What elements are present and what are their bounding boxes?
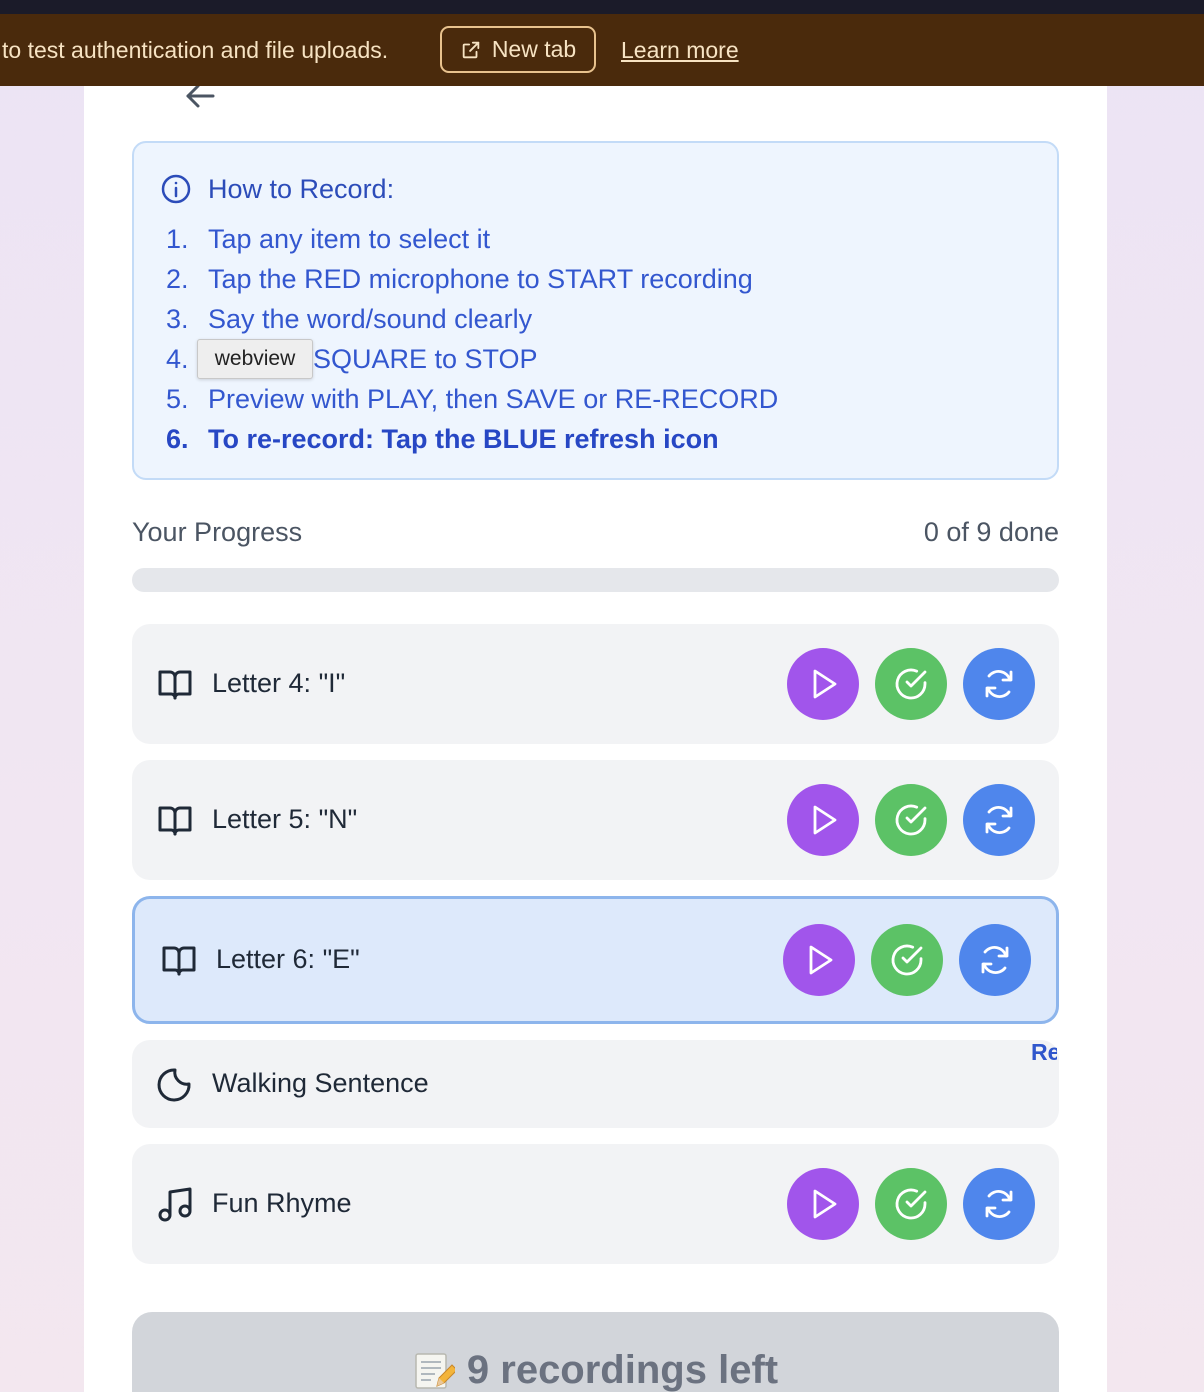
play-icon [813, 805, 837, 835]
instructions-box: How to Record: 1. Tap any item to select … [132, 141, 1059, 480]
recording-item[interactable]: Walking Sentence Re in [132, 1039, 1059, 1128]
banner-text: to test authentication and file uploads. [2, 37, 389, 63]
refresh-icon [985, 1189, 1013, 1219]
instructions-title: How to Record: [160, 173, 394, 205]
item-label: Letter 5: "N" [212, 804, 358, 834]
preview-banner: to test authentication and file uploads.… [0, 14, 1204, 86]
instruction-step: 6. To re-record: Tap the BLUE refresh ico… [166, 423, 719, 454]
rerecord-button[interactable] [959, 924, 1031, 996]
item-label: Letter 6: "E" [216, 944, 360, 974]
webview-tooltip: webview [197, 339, 313, 379]
recording-item[interactable]: Fun Rhyme [132, 1144, 1059, 1264]
submit-label: 9 recordings left [466, 1348, 779, 1392]
play-button[interactable] [783, 924, 855, 996]
instruction-step: 3. Say the word/sound clearly [166, 303, 533, 334]
play-button[interactable] [787, 648, 859, 720]
submit-button[interactable]: 9 recordings left [132, 1312, 1059, 1392]
info-icon [161, 174, 191, 204]
play-button[interactable] [787, 1168, 859, 1240]
refresh-icon [981, 945, 1009, 975]
submit-content: 9 recordings left [413, 1348, 778, 1392]
check-circle-icon [895, 1188, 927, 1220]
memo-icon [415, 1353, 455, 1389]
play-icon [813, 1189, 837, 1219]
browser-top-strip [0, 0, 1204, 14]
play-button[interactable] [787, 784, 859, 856]
check-circle-icon [895, 668, 927, 700]
new-tab-button[interactable]: New tab [440, 26, 596, 73]
rerecord-button[interactable] [963, 648, 1035, 720]
moon-icon [156, 1065, 194, 1103]
check-circle-icon [891, 944, 923, 976]
save-button[interactable] [871, 924, 943, 996]
rerecord-button[interactable] [963, 1168, 1035, 1240]
music-note-icon [156, 1185, 194, 1223]
book-icon [156, 665, 194, 703]
progress-bar [132, 568, 1059, 592]
instruction-step: 2. Tap the RED microphone to START record… [166, 263, 753, 294]
external-link-icon [462, 41, 480, 58]
progress-count: 0 of 9 done [923, 517, 1059, 547]
recording-item[interactable]: Letter 5: "N" [132, 760, 1059, 880]
recording-item-selected[interactable]: Letter 6: "E" [132, 896, 1059, 1024]
instruction-step: 5. Preview with PLAY, then SAVE or RE-REC… [166, 383, 779, 414]
save-button[interactable] [875, 648, 947, 720]
play-icon [813, 669, 837, 699]
item-label: Letter 4: "I" [212, 668, 346, 698]
truncated-status-text: Re in [1031, 1039, 1057, 1065]
item-label: Walking Sentence [212, 1068, 429, 1098]
book-icon [156, 801, 194, 839]
play-icon [809, 945, 833, 975]
save-button[interactable] [875, 784, 947, 856]
recording-item[interactable]: Letter 4: "I" [132, 624, 1059, 744]
refresh-icon [985, 805, 1013, 835]
item-label: Fun Rhyme [212, 1188, 352, 1218]
learn-more-link[interactable]: Learn more [621, 36, 739, 64]
new-tab-label: New tab [491, 36, 577, 62]
book-icon [160, 941, 198, 979]
save-button[interactable] [875, 1168, 947, 1240]
instruction-step: 1. Tap any item to select it [166, 223, 491, 254]
instructions-title-text: How to Record: [208, 173, 395, 204]
progress-label: Your Progress [132, 517, 303, 547]
refresh-icon [985, 669, 1013, 699]
rerecord-button[interactable] [963, 784, 1035, 856]
check-circle-icon [895, 804, 927, 836]
